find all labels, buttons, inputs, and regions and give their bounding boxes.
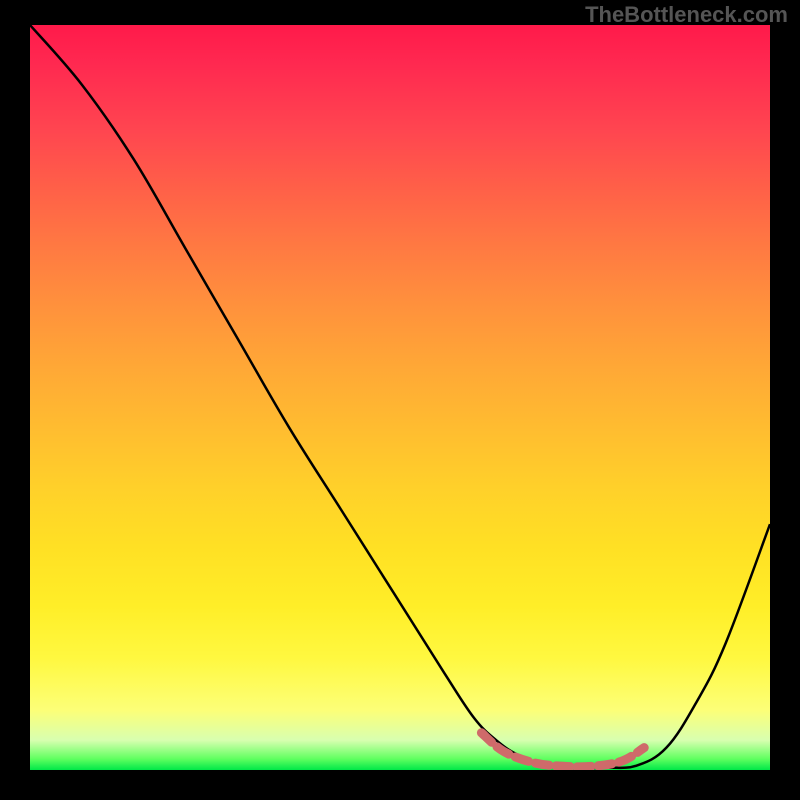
chart-area bbox=[30, 25, 770, 770]
chart-svg bbox=[30, 25, 770, 770]
optimal-range-highlight-line bbox=[481, 733, 644, 767]
watermark-text: TheBottleneck.com bbox=[585, 2, 788, 28]
bottleneck-curve-line bbox=[30, 25, 770, 768]
